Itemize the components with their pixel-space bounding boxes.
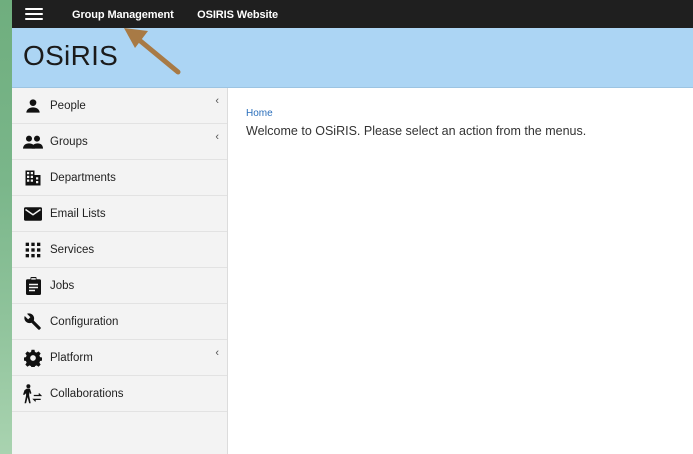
site-brand[interactable]: OSiRIS	[23, 40, 118, 72]
building-icon	[23, 168, 43, 188]
nav-link-osiris-website[interactable]: OSIRIS Website	[197, 9, 278, 21]
sidebar-item-label: Email Lists	[50, 207, 106, 220]
wrench-icon	[23, 312, 43, 332]
sidebar-item-services[interactable]: Services	[12, 232, 227, 268]
chevron-left-icon: ‹	[215, 95, 219, 107]
sidebar-item-label: Groups	[50, 135, 88, 148]
sidebar-item-label: Collaborations	[50, 387, 124, 400]
sidebar-item-groups[interactable]: Groups ‹	[12, 124, 227, 160]
sidebar-item-platform[interactable]: Platform ‹	[12, 340, 227, 376]
nav-link-group-management[interactable]: Group Management	[72, 9, 174, 21]
top-navbar: Group Management OSIRIS Website	[12, 0, 693, 28]
sidebar-item-departments[interactable]: Departments	[12, 160, 227, 196]
sidebar-item-collaborations[interactable]: Collaborations	[12, 376, 227, 412]
gear-icon	[23, 348, 43, 368]
sidebar-item-label: People	[50, 99, 86, 112]
chevron-left-icon: ‹	[215, 131, 219, 143]
person-icon	[23, 96, 43, 116]
site-header: OSiRIS	[12, 28, 693, 88]
transfer-person-icon	[23, 383, 43, 404]
sidebar-item-people[interactable]: People ‹	[12, 88, 227, 124]
group-icon	[23, 132, 43, 152]
sidebar-item-label: Configuration	[50, 315, 119, 328]
sidebar-item-label: Services	[50, 243, 95, 256]
grid-icon	[23, 240, 43, 260]
sidebar-item-jobs[interactable]: Jobs	[12, 268, 227, 304]
chevron-left-icon: ‹	[215, 347, 219, 359]
main-content: Home Welcome to OSiRIS. Please select an…	[229, 88, 693, 454]
desktop-background	[0, 0, 12, 454]
sidebar-item-label: Departments	[50, 171, 116, 184]
hamburger-icon[interactable]	[25, 8, 43, 20]
clipboard-icon	[23, 276, 43, 296]
sidebar-item-configuration[interactable]: Configuration	[12, 304, 227, 340]
sidebar-item-label: Platform	[50, 351, 93, 364]
sidebar: People ‹ Groups ‹ Departments Email List…	[12, 88, 228, 454]
sidebar-item-label: Jobs	[50, 279, 75, 292]
top-nav-links: Group Management OSIRIS Website	[72, 5, 297, 23]
mail-icon	[23, 204, 43, 224]
breadcrumb-home[interactable]: Home	[246, 108, 273, 119]
welcome-message: Welcome to OSiRIS. Please select an acti…	[246, 124, 587, 138]
sidebar-item-email-lists[interactable]: Email Lists	[12, 196, 227, 232]
